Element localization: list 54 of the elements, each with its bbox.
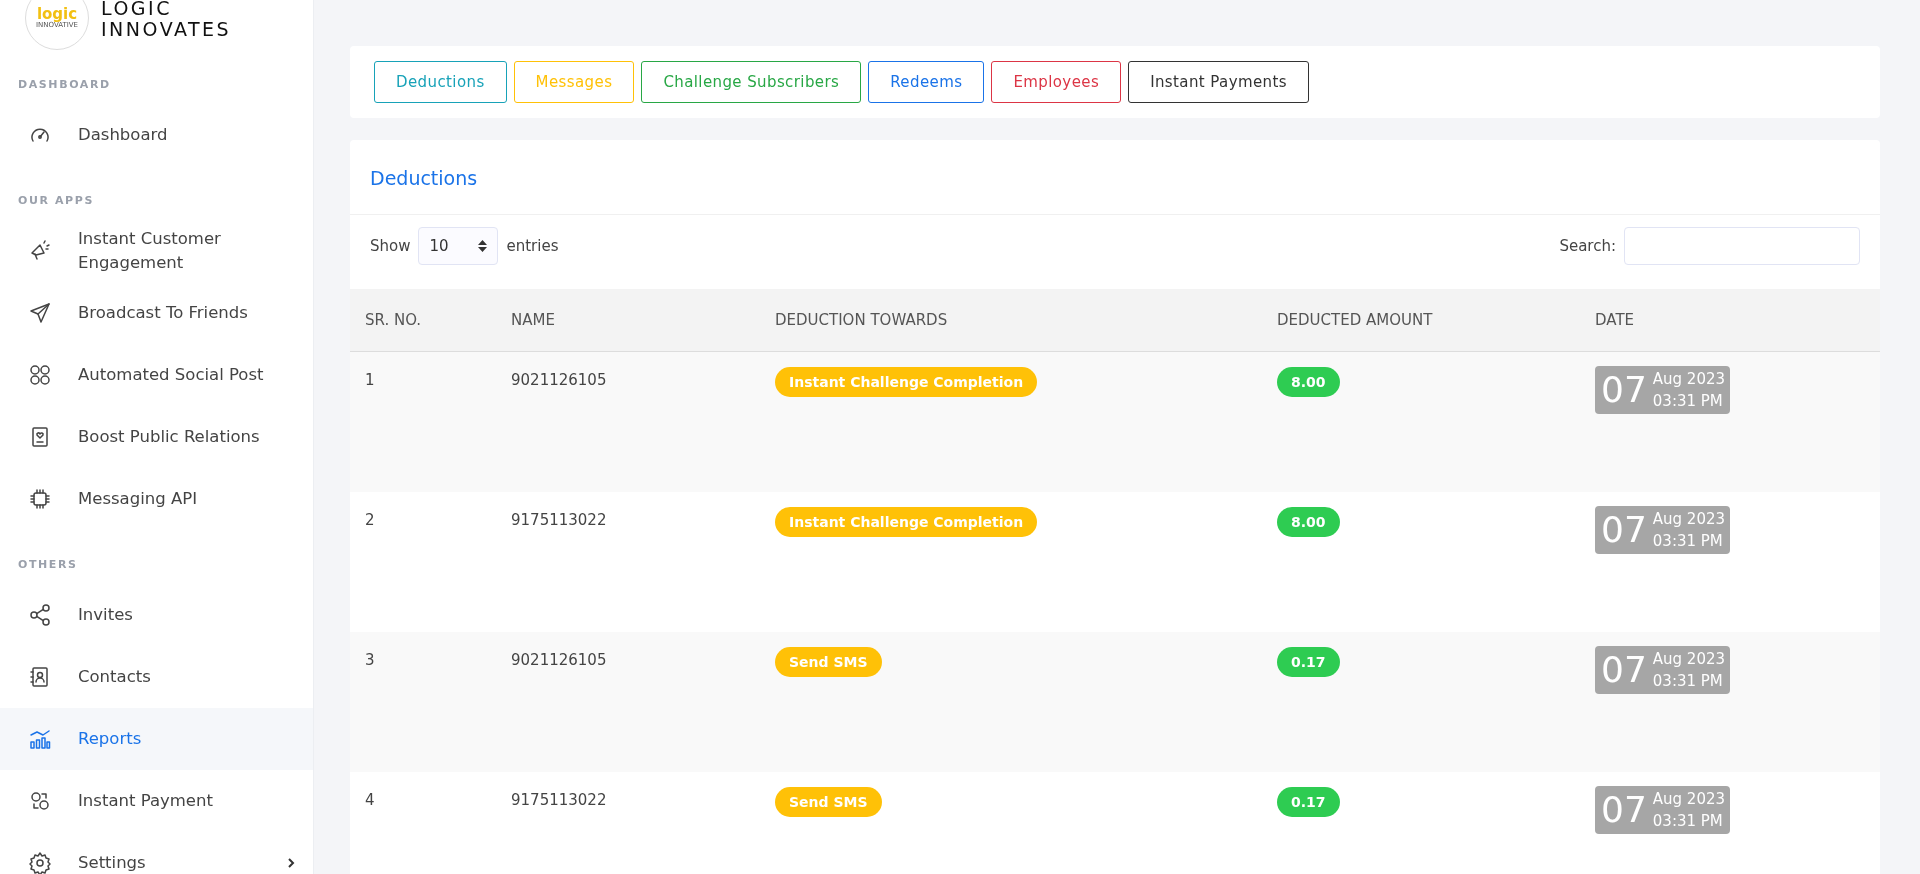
deduction-badge: Send SMS [775,647,882,677]
table-cell: 3 [365,651,375,669]
sidebar-item[interactable]: Messaging API [0,468,313,530]
sort-arrows-icon [478,240,488,252]
table-cell: 9175113022 [511,791,607,809]
deduction-badge: Instant Challenge Completion [775,507,1038,537]
column-header: NAME [510,311,556,329]
report-tab[interactable]: Employees [991,61,1122,103]
amount-badge: 0.17 [1277,787,1340,817]
report-tab[interactable]: Redeems [868,61,985,103]
column-header: DEDUCTED AMOUNT [1276,311,1434,329]
sidebar-item[interactable]: Settings [0,832,313,874]
column-header: DATE [1594,311,1636,329]
payment-exchange-icon [28,789,52,813]
sidebar-item[interactable]: Instant Customer Engagement [0,220,313,282]
amount-badge: 0.17 [1277,647,1340,677]
settings-icon [28,851,52,874]
sidebar-item[interactable]: Contacts [0,646,313,708]
sidebar-item[interactable]: Broadcast To Friends [0,282,313,344]
card-title: Deductions [369,166,479,191]
section-label: OUR APPS [17,193,95,209]
entries-label: entries [506,237,559,255]
sidebar-item[interactable]: Instant Payment [0,770,313,832]
table-cell: 9175113022 [511,511,607,529]
sidebar-item[interactable]: Invites [0,584,313,646]
deduction-badge: Instant Challenge Completion [775,367,1038,397]
deduction-badge: Send SMS [775,787,882,817]
column-header: DEDUCTION TOWARDS [774,311,949,329]
brand-name: LOGIC INNOVATES [101,0,232,40]
page-size-select[interactable]: 10 [418,227,499,265]
table-cell: 9021126105 [511,651,607,669]
sidebar-item[interactable]: Dashboard [0,104,313,166]
amount-badge: 8.00 [1277,507,1340,537]
table-cell: 9021126105 [511,371,607,389]
table-cell: 1 [365,371,375,389]
amount-badge: 8.00 [1277,367,1340,397]
show-label: Show [370,237,411,255]
section-label: OTHERS [17,557,79,573]
table-cell: 4 [365,791,375,809]
sidebar-item[interactable]: Reports [0,708,313,770]
share-icon [28,603,52,627]
search-field[interactable] [1624,227,1860,265]
megaphone-icon [28,239,52,263]
send-icon [28,301,52,325]
search-label: Search: [1559,237,1616,255]
section-label: DASHBOARD [17,77,112,93]
column-header: SR. NO. [364,311,423,329]
sidebar-item[interactable]: Automated Social Post [0,344,313,406]
table-cell: 2 [365,511,375,529]
chart-icon [28,727,52,751]
report-tab[interactable]: Instant Payments [1128,61,1309,103]
api-chip-icon [28,487,52,511]
sidebar-item[interactable]: Boost Public Relations [0,406,313,468]
social-icons-icon [28,363,52,387]
